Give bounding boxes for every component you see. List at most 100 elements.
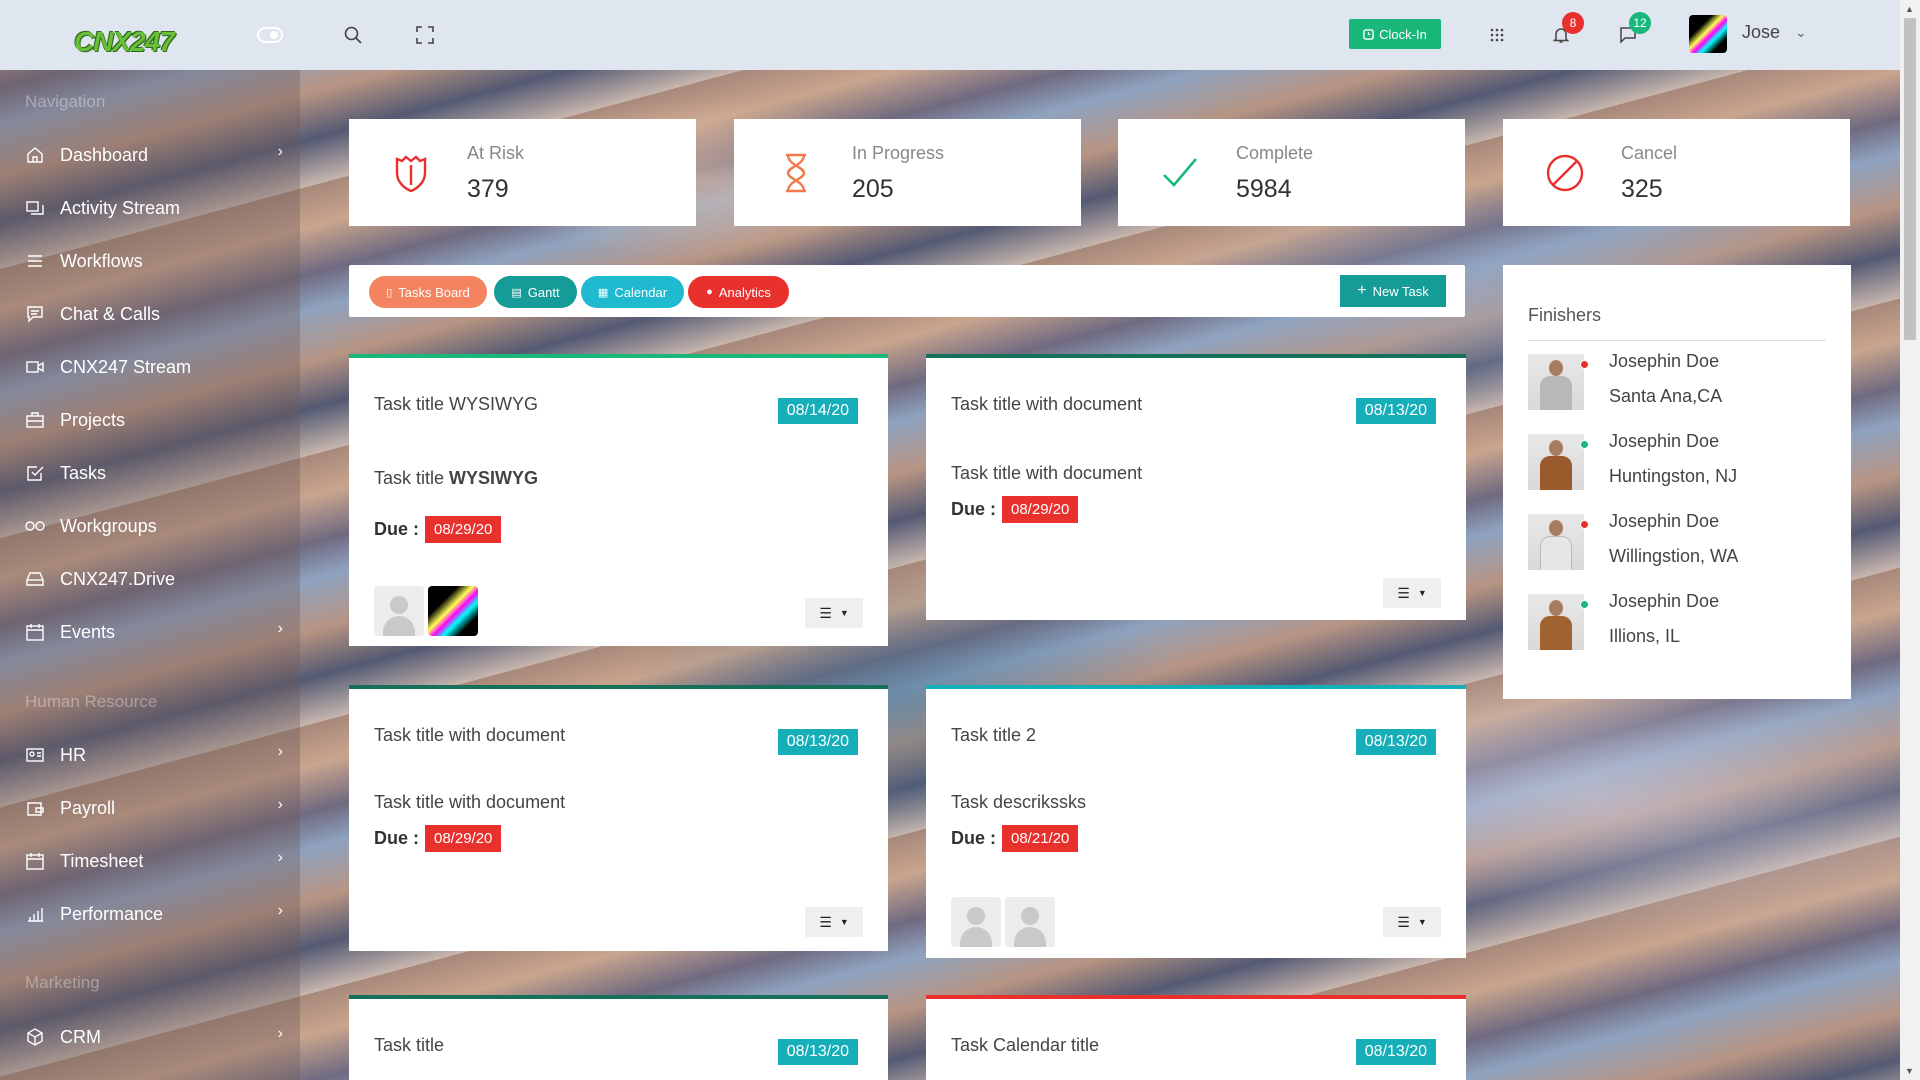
sidebar-item-dashboard[interactable]: Dashboard › — [23, 137, 283, 173]
search-icon[interactable] — [340, 22, 366, 48]
status-dot — [1580, 600, 1589, 609]
shield-icon — [395, 155, 427, 193]
task-card[interactable]: Task title WYSIWYG 08/14/20 Task title W… — [349, 354, 888, 646]
task-menu-button[interactable]: ☰ ▼ — [805, 907, 863, 937]
finisher-location: Santa Ana,CA — [1609, 386, 1723, 406]
drive-icon — [23, 567, 47, 591]
caret-down-icon: ▼ — [839, 917, 849, 927]
sidebar-item-workgroups[interactable]: Workgroups — [23, 508, 283, 544]
finishers-title: Finishers — [1528, 305, 1602, 325]
chevron-right-icon: › — [277, 849, 283, 866]
tab-label: Analytics — [718, 284, 771, 300]
page-scrollbar[interactable]: ▲ ▼ — [1900, 0, 1920, 1080]
apps-grid-icon[interactable] — [1484, 22, 1510, 48]
section-label-marketing: Marketing — [25, 973, 100, 992]
sidebar-item-payroll[interactable]: Payroll › — [23, 790, 283, 826]
sidebar-item-timesheet[interactable]: Timesheet › — [23, 843, 283, 879]
status-dot — [1580, 520, 1589, 529]
task-title: Task title with document — [374, 725, 566, 745]
tab-calendar[interactable]: ▦ Calendar — [581, 276, 684, 308]
list-icon: ☰ — [1397, 913, 1410, 930]
tab-gantt[interactable]: ▤ Gantt — [494, 276, 577, 308]
finisher-item[interactable]: Josephin Doe Huntingston, NJ — [1528, 431, 1838, 494]
hourglass-icon — [786, 153, 806, 193]
sidebar-item-chat-calls[interactable]: Chat & Calls — [23, 296, 283, 332]
task-card[interactable]: Task title 08/13/20 — [349, 995, 888, 1080]
task-date-badge: 08/13/20 — [1355, 729, 1436, 755]
fullscreen-icon[interactable] — [412, 22, 438, 48]
finisher-item[interactable]: Josephin Doe Willingstion, WA — [1528, 511, 1838, 574]
sidebar-item-label: HR — [60, 744, 86, 765]
new-task-button[interactable]: + New Task — [1340, 275, 1446, 307]
section-label-navigation: Navigation — [25, 92, 106, 111]
task-due: Due :08/29/20 — [374, 825, 502, 852]
assignee-avatar[interactable] — [374, 586, 424, 636]
finisher-name: Josephin Doe — [1609, 431, 1720, 451]
task-title: Task Calendar title — [951, 1035, 1100, 1055]
stat-value: 325 — [1621, 175, 1663, 203]
tab-analytics[interactable]: ● Analytics — [688, 276, 789, 308]
stat-label: Complete — [1236, 143, 1314, 163]
brand-logo[interactable]: CNX247 — [74, 26, 175, 58]
tab-tasks-board[interactable]: ▯ Tasks Board — [369, 276, 487, 308]
list-icon: ☰ — [819, 913, 832, 930]
sidebar-item-drive[interactable]: CNX247.Drive — [23, 561, 283, 597]
task-card[interactable]: Task title with document 08/13/20 Task t… — [349, 685, 888, 951]
sidebar-item-label: Dashboard — [60, 144, 149, 165]
assignee-avatar[interactable] — [1005, 897, 1055, 947]
caret-down-icon: ▼ — [1417, 917, 1427, 927]
stream-icon — [23, 196, 47, 220]
task-description: Task descrikssks — [951, 792, 1087, 812]
finisher-location: Illions, IL — [1609, 626, 1681, 646]
scroll-up-arrow-icon[interactable]: ▲ — [1905, 4, 1914, 14]
sidebar-item-label: Projects — [60, 409, 126, 430]
assignee-avatar[interactable] — [428, 586, 478, 636]
task-card[interactable]: Task title 2 08/13/20 Task descrikssks D… — [926, 685, 1466, 958]
finisher-item[interactable]: Josephin Doe Santa Ana,CA — [1528, 351, 1838, 414]
notifications-bell-icon[interactable]: 8 — [1548, 12, 1584, 48]
messages-icon[interactable]: 12 — [1615, 12, 1651, 48]
calendar-icon: ▦ — [597, 286, 609, 299]
sidebar-item-hr[interactable]: HR › — [23, 737, 283, 773]
task-date-badge: 08/13/20 — [777, 1039, 858, 1065]
task-title: Task title WYSIWYG — [374, 394, 539, 414]
sidebar-item-performance[interactable]: Performance › — [23, 896, 283, 932]
task-menu-button[interactable]: ☰ ▼ — [1383, 578, 1441, 608]
chevron-right-icon: › — [277, 902, 283, 919]
user-name[interactable]: Jose — [1742, 22, 1780, 43]
box-icon — [23, 1025, 47, 1049]
task-description: Task title WYSIWYG — [374, 468, 539, 488]
clock-in-button[interactable]: Clock-In — [1349, 19, 1441, 49]
chevron-right-icon: › — [277, 743, 283, 760]
scrollbar-thumb[interactable] — [1904, 18, 1916, 340]
bar-chart-icon — [23, 902, 47, 926]
sidebar-item-crm[interactable]: CRM › — [23, 1019, 283, 1055]
sidebar-item-tasks[interactable]: Tasks — [23, 455, 283, 491]
user-avatar[interactable] — [1689, 15, 1727, 53]
sidebar: Navigation Dashboard › Activity Stream W… — [0, 70, 300, 1080]
task-date-badge: 08/14/20 — [777, 398, 858, 424]
sidebar-item-events[interactable]: Events › — [23, 614, 283, 650]
scroll-down-arrow-icon[interactable]: ▼ — [1905, 1066, 1914, 1076]
sidebar-item-activity-stream[interactable]: Activity Stream — [23, 190, 283, 226]
sidebar-item-projects[interactable]: Projects — [23, 402, 283, 438]
task-title: Task title with document — [951, 394, 1143, 414]
checkbox-icon — [23, 461, 47, 485]
sidebar-item-workflows[interactable]: Workflows — [23, 243, 283, 279]
assignee-avatar[interactable] — [951, 897, 1001, 947]
task-title: Task title — [374, 1035, 445, 1055]
finisher-item[interactable]: Josephin Doe Illions, IL — [1528, 591, 1838, 654]
task-card[interactable]: Task Calendar title 08/13/20 — [926, 995, 1466, 1080]
chevron-down-icon[interactable]: ⌄ — [1795, 24, 1807, 41]
tab-label: Calendar — [614, 284, 668, 300]
new-task-label: New Task — [1372, 283, 1429, 299]
status-dot — [1580, 440, 1589, 449]
sidebar-item-label: Tasks — [60, 462, 107, 483]
sidebar-item-cnx247-stream[interactable]: CNX247 Stream — [23, 349, 283, 385]
list-icon: ☰ — [819, 604, 832, 621]
task-menu-button[interactable]: ☰ ▼ — [1383, 907, 1441, 937]
task-menu-button[interactable]: ☰ ▼ — [805, 598, 863, 628]
task-card[interactable]: Task title with document 08/13/20 Task t… — [926, 354, 1466, 620]
infinity-icon — [23, 514, 47, 538]
toggle-icon[interactable] — [257, 22, 283, 48]
